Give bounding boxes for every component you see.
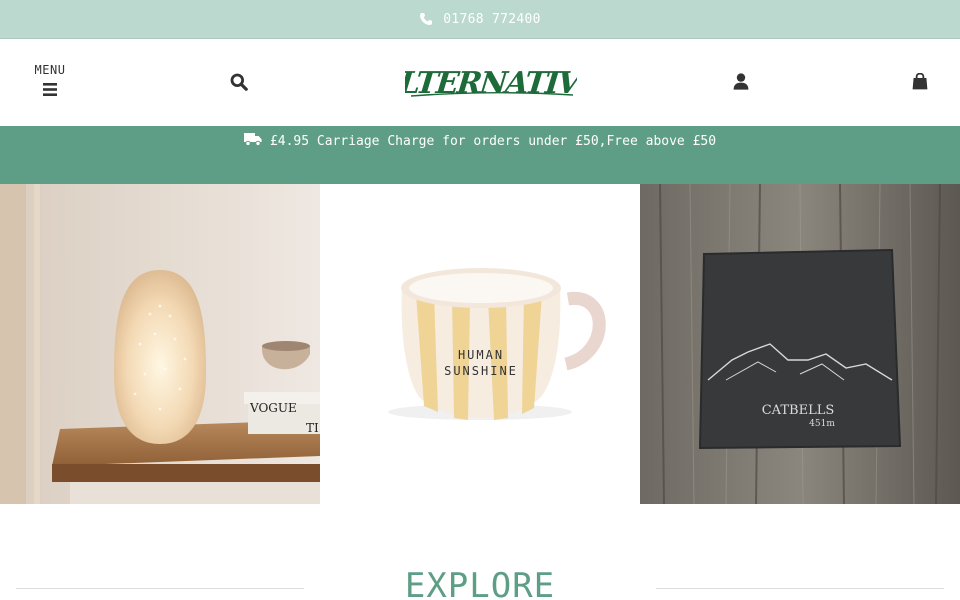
hamburger-icon [43,81,57,100]
phone-number: 01768 772400 [443,11,541,27]
shopping-bag-icon [912,72,928,94]
site-logo[interactable]: ALTERNATIVE [373,62,604,104]
search-icon [230,73,248,95]
book-title-2: TI [306,421,319,435]
menu-button[interactable]: MENU [28,63,72,100]
divider-right [656,588,944,589]
svg-text:ALTERNATIVE: ALTERNATIVE [405,66,577,101]
lamp-image: VOGUE TI [0,184,320,504]
phone-icon [419,12,433,26]
explore-title: EXPLORE [404,566,556,600]
phone-link[interactable]: 01768 772400 [419,12,541,27]
shipping-banner: £4.95 Carriage Charge for orders under £… [0,126,960,184]
tile-lamp[interactable]: VOGUE TI [0,184,320,504]
tile-slate[interactable]: CATBELLS 451m [640,184,960,504]
book-title: VOGUE [249,401,297,415]
truck-icon [243,132,262,150]
mug-image: HUMAN SUNSHINE [320,184,640,504]
search-button[interactable] [230,73,248,95]
slate-image: CATBELLS 451m [640,184,960,504]
account-button[interactable] [733,73,749,94]
slate-line-1: CATBELLS [762,403,835,418]
shipping-text: £4.95 Carriage Charge for orders under £… [269,133,717,149]
top-bar: 01768 772400 [0,0,960,39]
user-icon [733,73,749,94]
explore-section: EXPLORE [0,560,960,600]
mug-line-1: HUMAN [458,348,504,362]
tile-mug[interactable]: HUMAN SUNSHINE [320,184,640,504]
site-header: MENU ALTERNATIVE [0,39,960,126]
featured-tiles: VOGUE TI HUMAN SUNSHINE CATBELLS 451m [0,184,960,504]
mug-line-2: SUNSHINE [444,364,518,378]
menu-label: MENU [34,63,66,77]
slate-line-2: 451m [809,419,835,429]
cart-button[interactable] [912,72,928,94]
